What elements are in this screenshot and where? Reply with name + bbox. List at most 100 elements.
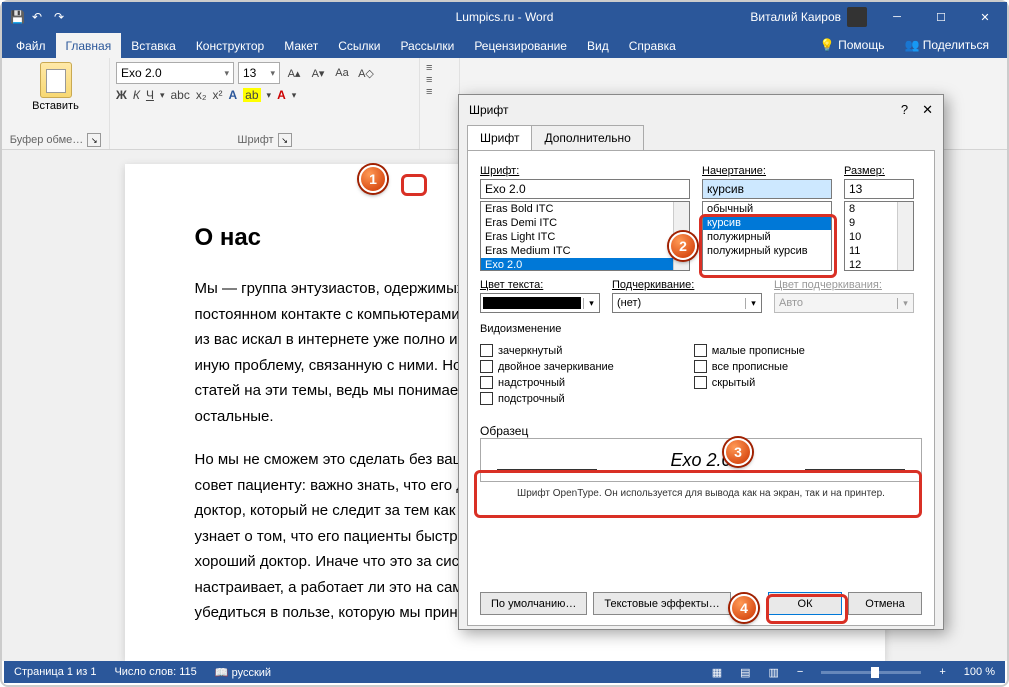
font-listbox[interactable]: Eras Bold ITC Eras Demi ITC Eras Light I… [480,201,690,271]
zoom-out[interactable]: − [797,666,803,678]
checkbox-subscript[interactable]: подстрочный [480,392,614,405]
zoom-slider[interactable] [821,671,921,674]
font-input[interactable] [480,179,690,199]
dialog-title: Шрифт [469,103,508,117]
status-lang[interactable]: 📖 русский [215,666,271,679]
underline-button[interactable]: Ч [146,88,154,102]
tab-design[interactable]: Конструктор [186,33,274,58]
statusbar: Страница 1 из 1 Число слов: 115 📖 русски… [4,661,1005,683]
checkbox-allcaps[interactable]: все прописные [694,360,805,373]
tab-insert[interactable]: Вставка [121,33,186,58]
window-maximize[interactable]: ☐ [919,2,963,32]
superscript-button[interactable]: x² [213,88,223,102]
tab-layout[interactable]: Макет [274,33,328,58]
numbering-icon[interactable]: ≡ [426,74,453,86]
avatar[interactable] [847,7,867,27]
ribbon-tabs: Файл Главная Вставка Конструктор Макет С… [2,32,1007,58]
checkbox-superscript[interactable]: надстрочный [480,376,614,389]
tab-mailings[interactable]: Рассылки [390,33,464,58]
italic-button[interactable]: К [133,88,140,102]
status-page[interactable]: Страница 1 из 1 [14,666,96,678]
marker-1: 1 [359,165,387,193]
list-item[interactable]: полужирный [703,230,831,244]
clear-format-icon[interactable]: A◇ [356,63,376,83]
view-read-icon[interactable]: ▦ [712,666,722,679]
change-case-icon[interactable]: Aa [332,63,352,83]
checkbox-strikethrough[interactable]: зачеркнутый [480,344,614,357]
window-minimize[interactable]: ─ [875,2,919,32]
share-button[interactable]: 👥 Поделиться [896,32,997,58]
font-color-combo[interactable]: ▾ [480,293,600,313]
checkbox-double-strike[interactable]: двойное зачеркивание [480,360,614,373]
label-underline-color: Цвет подчеркивания: [774,279,914,291]
label-size: Размер: [844,165,914,177]
tab-review[interactable]: Рецензирование [464,33,577,58]
undo-icon[interactable]: ↶ [32,10,46,24]
style-listbox[interactable]: обычный курсив полужирный полужирный кур… [702,201,832,271]
view-web-icon[interactable]: ▥ [769,666,779,679]
label-font: Шрифт: [480,165,690,177]
checkbox-smallcaps[interactable]: малые прописные [694,344,805,357]
dialog-tab-advanced[interactable]: Дополнительно [531,125,643,150]
tab-help[interactable]: Справка [619,33,686,58]
zoom-in[interactable]: + [939,666,945,678]
underline-color-combo: Авто▾ [774,293,914,313]
dialog-close-icon[interactable]: ✕ [922,102,933,118]
preview-hint: Шрифт OpenType. Он используется для выво… [480,488,922,499]
dialog-help-icon[interactable]: ? [901,102,908,118]
list-item[interactable]: Eras Bold ITC [481,202,689,216]
marker-3: 3 [724,438,752,466]
list-item[interactable]: полужирный курсив [703,244,831,258]
highlight-icon[interactable]: ab [243,88,260,102]
view-print-icon[interactable]: ▤ [740,666,750,679]
grow-font-icon[interactable]: A▴ [284,63,304,83]
multilevel-icon[interactable]: ≡ [426,86,453,98]
tab-file[interactable]: Файл [6,33,56,58]
font-name-combo[interactable]: Exo 2.0▾ [116,62,234,84]
checkbox-hidden[interactable]: скрытый [694,376,805,389]
subscript-button[interactable]: x₂ [196,88,207,102]
size-input[interactable] [844,179,914,199]
autosave-icon[interactable]: 💾 [10,10,24,24]
set-default-button[interactable]: По умолчанию… [480,592,587,615]
list-item[interactable]: Eras Demi ITC [481,216,689,230]
font-size-combo[interactable]: 13▾ [238,62,280,84]
list-item[interactable]: Exo 2.0 [481,258,689,271]
shrink-font-icon[interactable]: A▾ [308,63,328,83]
font-color-icon[interactable]: A [277,88,286,102]
size-listbox[interactable]: 8 9 10 11 12 [844,201,914,271]
status-words[interactable]: Число слов: 115 [114,666,196,678]
ok-button[interactable]: ОК [768,592,842,615]
marker-4: 4 [730,594,758,622]
text-effects-button[interactable]: Текстовые эффекты… [593,592,730,615]
list-item[interactable]: Eras Medium ITC [481,244,689,258]
titlebar: 💾 ↶ ↷ Lumpics.ru - Word Виталий Каиров ─… [2,2,1007,32]
strike-button[interactable]: abc [170,88,189,102]
font-launcher[interactable]: ↘ [278,133,292,147]
list-item[interactable]: Eras Light ITC [481,230,689,244]
user-name: Виталий Каиров [750,10,841,24]
tab-references[interactable]: Ссылки [328,33,390,58]
scrollbar[interactable] [897,202,913,270]
list-item[interactable]: обычный [703,202,831,216]
style-input[interactable] [702,179,832,199]
dialog-tab-font[interactable]: Шрифт [467,125,532,150]
preview-label: Образец [480,424,922,438]
bullets-icon[interactable]: ≡ [426,62,453,74]
bold-button[interactable]: Ж [116,88,127,102]
redo-icon[interactable]: ↷ [54,10,68,24]
tab-view[interactable]: Вид [577,33,619,58]
text-effects-icon[interactable]: A [229,88,238,102]
tab-home[interactable]: Главная [56,33,122,58]
effects-group-label: Видоизменение [480,323,922,335]
tell-me[interactable]: 💡 Помощь [812,32,893,58]
paste-button[interactable]: Вставить [8,62,103,112]
cancel-button[interactable]: Отмена [848,592,922,615]
preview-box: Exo 2.0 [480,438,922,482]
zoom-level[interactable]: 100 % [964,666,995,678]
underline-combo[interactable]: (нет)▾ [612,293,762,313]
clipboard-launcher[interactable]: ↘ [87,133,101,147]
list-item[interactable]: курсив [703,216,831,230]
window-close[interactable]: ✕ [963,2,1007,32]
clipboard-icon [40,62,72,98]
